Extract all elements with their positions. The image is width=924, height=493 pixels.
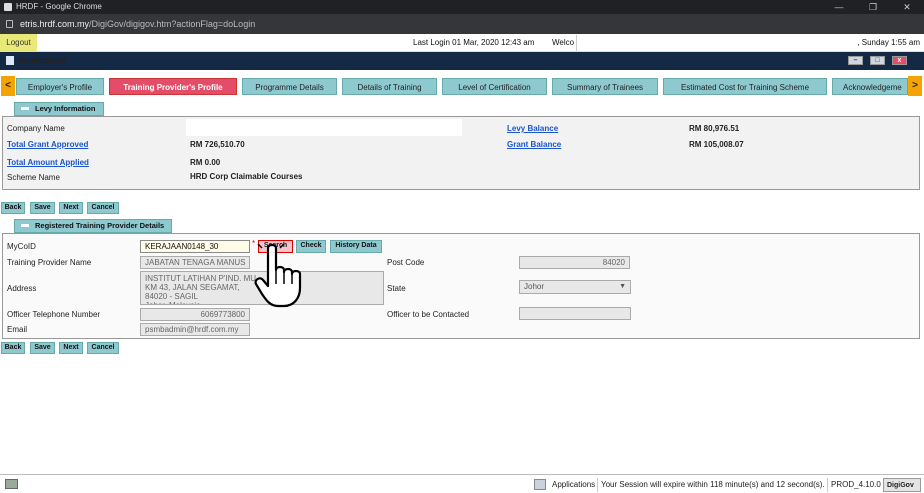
- applications-bar: Applications – □ x: [0, 52, 924, 70]
- tab-employers-profile[interactable]: Employer's Profile: [16, 78, 104, 95]
- training-provider-name-label: Training Provider Name: [7, 258, 92, 267]
- history-data-button[interactable]: History Data: [330, 240, 382, 253]
- company-name-value: [186, 119, 462, 136]
- applications-title: Applications: [18, 56, 67, 65]
- levy-balance-link[interactable]: Levy Balance: [507, 124, 558, 133]
- training-provider-name-field: JABATAN TENAGA MANUS: [140, 256, 250, 269]
- grant-balance-link[interactable]: Grant Balance: [507, 140, 561, 149]
- hrdf-favicon-icon: [4, 3, 12, 11]
- next-button[interactable]: Next: [59, 342, 83, 354]
- total-amount-applied-value: RM 0.00: [190, 158, 221, 167]
- tab-prev-icon[interactable]: <: [1, 76, 15, 96]
- tab-programme-details[interactable]: Programme Details: [242, 78, 337, 95]
- logout-button[interactable]: Logout: [0, 34, 37, 52]
- tab-estimated-cost[interactable]: Estimated Cost for Training Scheme: [663, 78, 827, 95]
- status-applications[interactable]: Applications: [549, 478, 595, 492]
- provider-section-header[interactable]: Registered Training Provider Details: [14, 219, 172, 233]
- welcome-blank: [576, 35, 852, 51]
- mycoid-label: MyCoID: [7, 242, 36, 251]
- tab-strip: < Employer's Profile Training Provider's…: [0, 76, 924, 96]
- hand-pointer-cursor-icon: [254, 244, 302, 308]
- officer-to-be-contacted-field[interactable]: [519, 307, 631, 320]
- collapse-icon[interactable]: [21, 107, 29, 110]
- provider-section-title: Registered Training Provider Details: [35, 221, 165, 230]
- status-bar: Applications Your Session will expire wi…: [0, 474, 924, 493]
- email-label: Email: [7, 325, 28, 334]
- minimize-icon[interactable]: —: [822, 0, 856, 14]
- email-field: psmbadmin@hrdf.com.my: [140, 323, 250, 336]
- company-name-label: Company Name: [7, 124, 65, 133]
- officer-telephone-field: 6069773800: [140, 308, 250, 321]
- window-controls: — ❐ ✕: [822, 0, 924, 14]
- levy-section-header[interactable]: Levy Information: [14, 102, 104, 116]
- minimize-panel-icon[interactable]: –: [848, 56, 863, 65]
- mycoid-input[interactable]: KERAJAAN0148_30: [140, 240, 250, 253]
- tab-next-icon[interactable]: >: [908, 76, 922, 96]
- scheme-name-value: HRD Corp Claimable Courses: [190, 172, 303, 181]
- post-code-field: 84020: [519, 256, 630, 269]
- close-icon[interactable]: ✕: [890, 0, 924, 14]
- top-bar: Logout Last Login 01 Mar, 2020 12:43 am …: [0, 34, 924, 52]
- tab-level-of-certification[interactable]: Level of Certification: [442, 78, 547, 95]
- url-path: /DigiGov/digigov.htm?actionFlag=doLogin: [89, 19, 256, 29]
- url-host: etris.hrdf.com.my: [20, 19, 90, 29]
- state-select[interactable]: Johor ▼: [519, 280, 631, 294]
- provider-panel: MyCoID KERAJAAN0148_30 * Search Check Hi…: [2, 233, 920, 339]
- grant-balance-value: RM 105,008.07: [689, 140, 744, 149]
- tab-training-providers-profile[interactable]: Training Provider's Profile: [109, 78, 237, 95]
- save-button[interactable]: Save: [30, 342, 55, 354]
- total-grant-approved-value: RM 726,510.70: [190, 140, 245, 149]
- tab-acknowledgement[interactable]: Acknowledgeme: [832, 78, 908, 95]
- state-label: State: [387, 284, 406, 293]
- lock-icon: [6, 20, 13, 28]
- cancel-button[interactable]: Cancel: [87, 342, 119, 354]
- post-code-label: Post Code: [387, 258, 425, 267]
- version-text: PROD_4.10.0: [827, 478, 881, 492]
- welcome-text: Welco: [552, 38, 575, 47]
- app-status-icon: [5, 479, 18, 489]
- last-login-text: Last Login 01 Mar, 2020 12:43 am: [413, 38, 535, 47]
- dropdown-arrow-icon: ▼: [619, 283, 626, 290]
- close-panel-icon[interactable]: x: [892, 56, 907, 65]
- officer-telephone-label: Officer Telephone Number: [7, 310, 101, 319]
- browser-title-bar: HRDF - Google Chrome — ❐ ✕: [0, 0, 924, 14]
- document-icon: [6, 56, 14, 65]
- total-amount-applied-link[interactable]: Total Amount Applied: [7, 158, 89, 167]
- levy-balance-value: RM 80,976.51: [689, 124, 740, 133]
- levy-section-title: Levy Information: [35, 104, 96, 113]
- tab-summary-of-trainees[interactable]: Summary of Trainees: [552, 78, 658, 95]
- restore-icon[interactable]: ❐: [856, 0, 890, 14]
- maximize-panel-icon[interactable]: □: [870, 56, 885, 65]
- applications-icon: [534, 479, 546, 490]
- save-button[interactable]: Save: [30, 202, 55, 214]
- address-label: Address: [7, 284, 37, 293]
- url-text[interactable]: etris.hrdf.com.my/DigiGov/digigov.htm?ac…: [20, 14, 255, 34]
- session-timer-text: Your Session will expire within 118 minu…: [597, 478, 825, 492]
- back-button[interactable]: Back: [1, 202, 25, 214]
- browser-title: HRDF - Google Chrome: [16, 2, 102, 11]
- back-button[interactable]: Back: [1, 342, 25, 354]
- levy-panel: Company Name Total Grant Approved RM 726…: [2, 116, 920, 190]
- state-select-value: Johor: [524, 282, 545, 291]
- cancel-button[interactable]: Cancel: [87, 202, 119, 214]
- address-bar[interactable]: etris.hrdf.com.my/DigiGov/digigov.htm?ac…: [0, 14, 924, 34]
- officer-to-be-contacted-label: Officer to be Contacted: [387, 310, 470, 319]
- next-button[interactable]: Next: [59, 202, 83, 214]
- scheme-name-label: Scheme Name: [7, 173, 60, 182]
- total-grant-approved-link[interactable]: Total Grant Approved: [7, 140, 88, 149]
- tab-details-of-training[interactable]: Details of Training: [342, 78, 437, 95]
- date-text: , Sunday 1:55 am: [857, 38, 920, 47]
- digigov-logo: DigiGov: [883, 478, 921, 492]
- collapse-icon[interactable]: [21, 224, 29, 227]
